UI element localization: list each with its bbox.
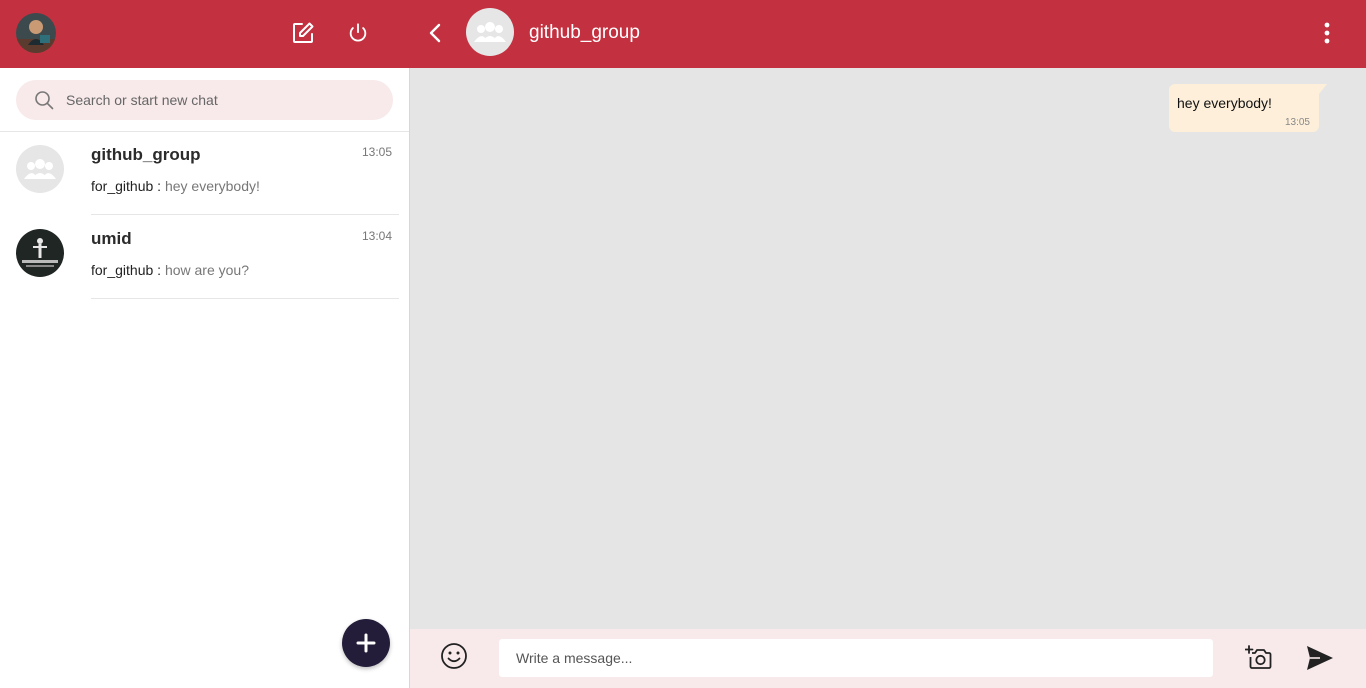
conversation-header: github_group [410, 0, 1366, 68]
bubble-tail [1319, 84, 1327, 94]
divider [91, 298, 399, 299]
chat-preview: for_github : how are you? [91, 262, 249, 278]
conversation-avatar[interactable] [466, 8, 514, 56]
message-input[interactable] [499, 639, 1213, 677]
search-box [16, 80, 393, 120]
message-text: hey everybody! [1177, 95, 1272, 111]
my-avatar[interactable] [16, 13, 56, 53]
conversation-panel: github_group hey everybody! 13:05 [410, 0, 1366, 688]
search-section [0, 68, 409, 132]
send-button[interactable] [1305, 644, 1335, 672]
plus-icon [356, 633, 376, 653]
chat-preview-message: hey everybody! [164, 178, 260, 194]
chat-time: 13:04 [361, 229, 392, 243]
conversation-title[interactable]: github_group [529, 22, 640, 44]
user-avatar-photo-icon [16, 229, 64, 277]
chat-preview-message: how are you? [164, 262, 250, 278]
composer [410, 629, 1366, 688]
emoji-icon [441, 643, 467, 669]
sidebar: github_group 13:05 for_github : hey ever… [0, 0, 410, 688]
back-button[interactable] [424, 20, 446, 46]
edit-icon [293, 22, 314, 43]
compose-button[interactable] [290, 20, 316, 46]
more-vertical-icon [1324, 22, 1330, 44]
chat-item-github-group[interactable]: github_group 13:05 for_github : hey ever… [0, 131, 409, 215]
power-icon [349, 23, 367, 42]
group-icon [474, 22, 506, 42]
chat-name: github_group [91, 145, 201, 164]
user-avatar-photo-icon [16, 13, 56, 53]
message-bubble-outgoing[interactable]: hey everybody! 13:05 [1169, 84, 1327, 132]
logout-button[interactable] [345, 20, 371, 46]
message-time: 13:05 [1284, 117, 1310, 128]
menu-button[interactable] [1314, 18, 1340, 48]
chat-item-umid[interactable]: umid 13:04 for_github : how are you? [0, 215, 409, 299]
camera-add-icon [1245, 645, 1272, 669]
search-input[interactable] [66, 80, 381, 120]
chat-time: 13:05 [361, 145, 392, 159]
send-icon [1307, 646, 1333, 670]
emoji-button[interactable] [440, 642, 468, 670]
search-icon [35, 91, 54, 110]
chat-preview-sender: for_github : [91, 178, 162, 194]
avatar [16, 145, 64, 193]
sidebar-header [0, 0, 410, 68]
chat-preview-sender: for_github : [91, 262, 162, 278]
chat-name: umid [91, 229, 132, 248]
new-chat-button[interactable] [342, 619, 390, 667]
message-list: hey everybody! 13:05 [410, 68, 1366, 629]
avatar [16, 229, 64, 277]
chevron-left-icon [429, 23, 441, 43]
group-icon [16, 145, 64, 193]
chat-preview: for_github : hey everybody! [91, 178, 260, 194]
camera-button[interactable] [1245, 644, 1273, 672]
